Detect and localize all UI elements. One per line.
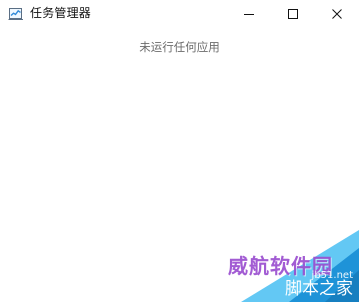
task-manager-window: 任务管理器 未运行任何应用 威航软件园 jb51.net 脚本之家 (0, 0, 359, 302)
caption-buttons (227, 0, 359, 28)
watermark-site: 脚本之家 (285, 279, 353, 299)
task-manager-icon (8, 6, 24, 22)
maximize-button[interactable] (271, 0, 315, 28)
maximize-icon (288, 9, 298, 19)
minimize-button[interactable] (227, 0, 271, 28)
close-icon (332, 9, 342, 19)
minimize-icon (244, 14, 254, 15)
empty-state-message: 未运行任何应用 (139, 40, 220, 54)
close-button[interactable] (315, 0, 359, 28)
title-bar[interactable]: 任务管理器 (0, 0, 359, 28)
window-title: 任务管理器 (30, 6, 92, 20)
